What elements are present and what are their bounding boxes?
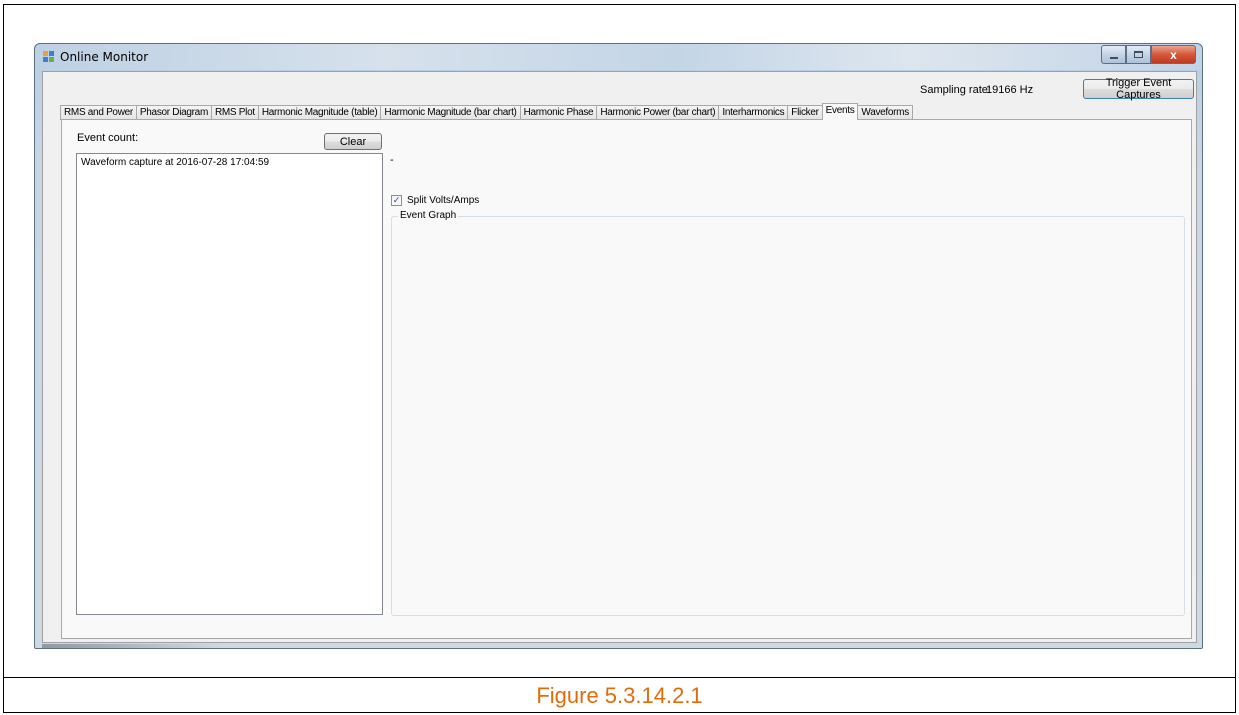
list-item[interactable]: Waveform capture at 2016-07-28 17:04:59 (81, 156, 378, 169)
tab-harmonic-power-bar-chart[interactable]: Harmonic Power (bar chart) (596, 105, 720, 120)
window-bottom-edge (42, 644, 222, 648)
maximize-button[interactable] (1126, 45, 1151, 64)
tab-interharmonics[interactable]: Interharmonics (718, 105, 789, 120)
event-graph-label: Event Graph (398, 210, 459, 221)
tab-events[interactable]: Events (821, 103, 859, 120)
tab-harmonic-magnitude-table[interactable]: Harmonic Magnitude (table) (257, 105, 382, 120)
figure-caption: Figure 5.3.14.2.1 (536, 683, 703, 708)
app-window: Online Monitor x Sampling rate: 19166 Hz… (34, 43, 1203, 649)
split-volts-amps-label: Split Volts/Amps (407, 195, 480, 206)
tab-phasor-diagram[interactable]: Phasor Diagram (135, 105, 212, 120)
app-icon (43, 51, 55, 63)
tab-harmonic-phase[interactable]: Harmonic Phase (519, 105, 598, 120)
event-count-label: Event count: (77, 132, 139, 144)
clear-button[interactable]: Clear (324, 133, 382, 150)
tab-strip: RMS and Power Phasor Diagram RMS Plot Ha… (60, 103, 913, 120)
maximize-icon (1134, 51, 1143, 58)
client-area: Sampling rate: 19166 Hz Trigger Event Ca… (42, 71, 1197, 643)
trigger-event-captures-button[interactable]: Trigger Event Captures (1083, 77, 1194, 101)
split-volts-amps-row[interactable]: ✓ Split Volts/Amps (391, 195, 479, 206)
close-button[interactable]: x (1151, 45, 1196, 64)
checkmark-icon: ✓ (392, 195, 401, 205)
window-title: Online Monitor (60, 50, 149, 64)
minimize-icon (1109, 56, 1118, 59)
events-tab-panel: Event count: Clear Waveform capture at 2… (61, 119, 1192, 639)
caption-divider (3, 677, 1236, 678)
event-detail-text: - (390, 154, 394, 166)
tab-flicker[interactable]: Flicker (787, 105, 823, 120)
tab-harmonic-magnitude-bar-chart[interactable]: Harmonic Magnitude (bar chart) (380, 105, 521, 120)
tab-rms-plot[interactable]: RMS Plot (210, 105, 259, 120)
tab-rms-and-power[interactable]: RMS and Power (60, 105, 137, 120)
tab-waveforms[interactable]: Waveforms (857, 105, 913, 120)
close-icon: x (1170, 47, 1177, 62)
event-graph-group: Event Graph (391, 210, 1185, 616)
split-volts-amps-checkbox[interactable]: ✓ (391, 195, 402, 206)
minimize-button[interactable] (1101, 45, 1126, 64)
event-list[interactable]: Waveform capture at 2016-07-28 17:04:59 (76, 153, 383, 615)
sampling-rate-value: 19166 Hz (986, 84, 1034, 96)
sampling-rate-label: Sampling rate: (920, 84, 991, 96)
window-controls: x (1101, 45, 1196, 64)
title-bar[interactable]: Online Monitor x (35, 44, 1202, 70)
